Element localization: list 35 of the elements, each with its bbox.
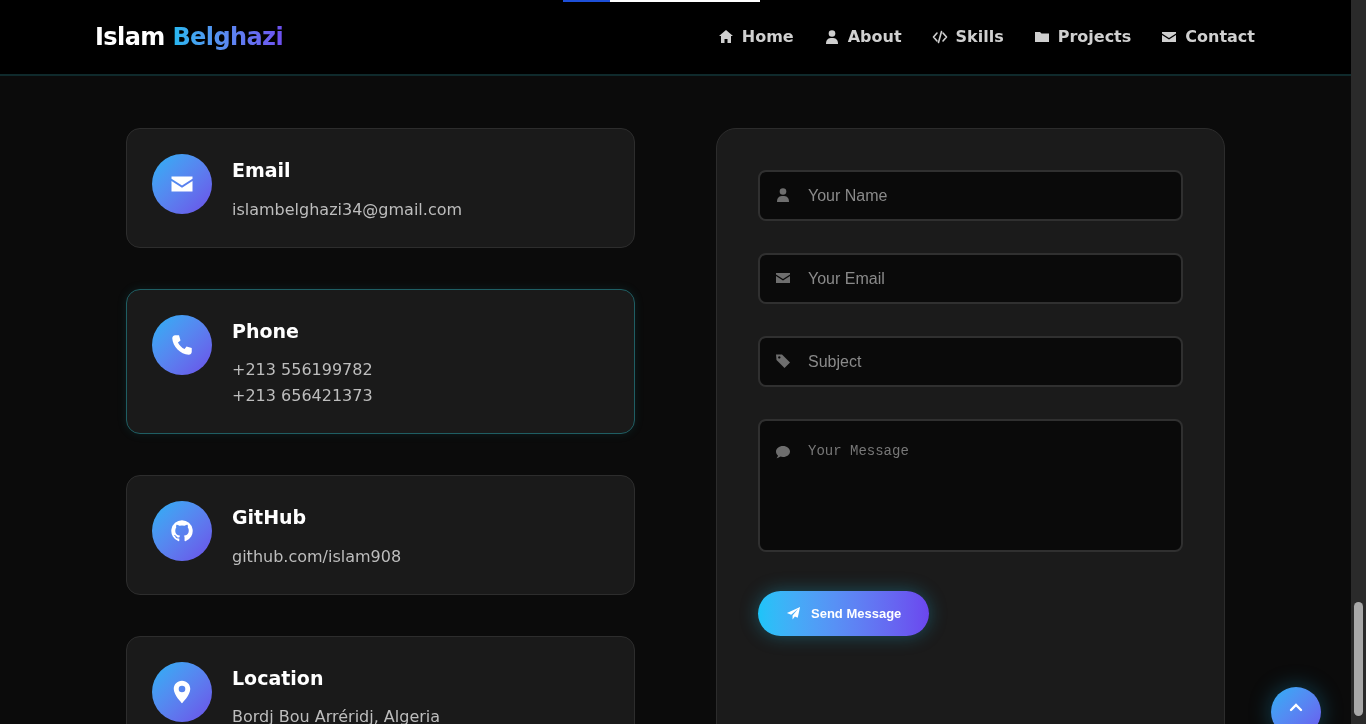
input-field[interactable]: Subject [758, 336, 1183, 387]
scrollbar[interactable] [1351, 0, 1366, 724]
contact-title: Location [232, 665, 325, 691]
chevron-up-icon [1289, 703, 1303, 712]
tag-icon [775, 353, 791, 369]
input-field[interactable]: Your Email [758, 253, 1183, 304]
nav-link[interactable]: About [823, 25, 902, 49]
contact-detail: github.com/islam908 [232, 545, 402, 568]
code-icon [931, 29, 948, 45]
contact-title: Email [232, 158, 292, 183]
message-field[interactable]: Your Message [758, 419, 1183, 552]
brand-logo[interactable]: Islam Belghazi [95, 19, 284, 55]
envelope-icon [775, 270, 791, 286]
user-icon [775, 187, 791, 203]
home-icon [717, 29, 734, 45]
paper-plane-icon [786, 606, 801, 621]
input-field[interactable]: Your Name [758, 170, 1183, 221]
speech-bubble-icon [775, 444, 791, 460]
nav-link[interactable]: Home [717, 25, 794, 49]
nav-link[interactable]: Projects [1033, 25, 1132, 49]
github-icon [170, 519, 194, 543]
folder-icon [1033, 29, 1050, 45]
contact-detail: +213 556199782 [232, 359, 373, 381]
scroll-to-top-button[interactable] [1271, 687, 1321, 724]
envelope-icon [1161, 29, 1178, 45]
contact-title: GitHub [232, 505, 308, 530]
send-message-button[interactable]: Send Message [758, 591, 930, 636]
contact-detail: islambelghazi34@gmail.com [232, 198, 463, 221]
nav-link[interactable]: Skills [931, 25, 1004, 49]
phone-icon [170, 332, 194, 357]
nav-link[interactable]: Contact [1161, 25, 1255, 49]
contact-title: Phone [232, 318, 300, 344]
contact-detail: +213 656421373 [232, 385, 373, 407]
scrollbar-thumb[interactable] [1354, 602, 1363, 716]
user-icon [823, 29, 840, 45]
